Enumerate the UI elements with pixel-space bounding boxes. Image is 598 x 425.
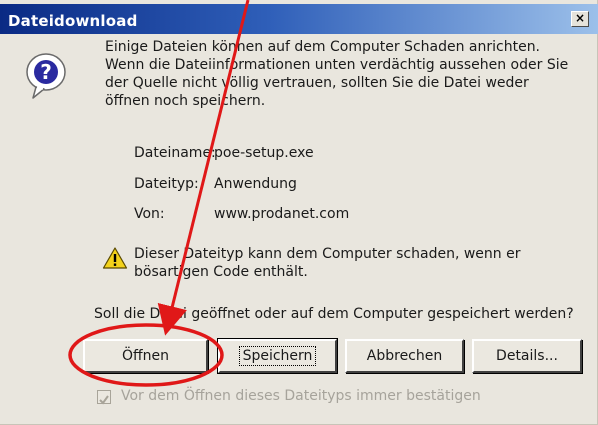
open-button-label: Öffnen [121, 348, 170, 364]
cancel-button-label: Abbrechen [366, 348, 443, 364]
checkmark-icon [99, 395, 109, 405]
svg-text:?: ? [40, 60, 52, 84]
close-button[interactable]: × [571, 11, 589, 27]
open-button[interactable]: Öffnen [83, 339, 208, 373]
warning-icon [102, 247, 128, 269]
file-source-value: www.prodanet.com [214, 206, 350, 222]
file-name-value: poe-setup.exe [214, 145, 314, 161]
warning-text: Dieser Dateityp kann dem Computer schade… [134, 246, 521, 280]
confirm-checkbox-label: Vor dem Öffnen dieses Dateityps immer be… [121, 388, 481, 404]
file-type-value: Anwendung [214, 176, 297, 192]
message-text: Einige Dateien können auf dem Computer S… [105, 39, 569, 109]
file-download-dialog: Dateidownload × ? Einige Dateien können … [0, 0, 598, 425]
file-name-label: Dateiname: [134, 145, 216, 161]
save-button[interactable]: Speichern [217, 338, 338, 374]
details-button-label: Details... [496, 348, 558, 364]
file-source-label: Von: [134, 206, 165, 222]
confirm-checkbox-row: Vor dem Öffnen dieses Dateityps immer be… [97, 388, 567, 408]
file-type-label: Dateityp: [134, 176, 199, 192]
details-button[interactable]: Details... [472, 339, 582, 373]
close-icon: × [574, 11, 586, 25]
save-button-label: Speichern [238, 346, 317, 366]
title-bar[interactable]: Dateidownload × [0, 4, 598, 34]
confirm-checkbox[interactable] [97, 390, 111, 405]
cancel-button[interactable]: Abbrechen [345, 339, 464, 373]
dialog-title: Dateidownload [8, 12, 138, 30]
question-icon: ? [26, 53, 66, 99]
question-text: Soll die Datei geöffnet oder auf dem Com… [94, 306, 574, 322]
